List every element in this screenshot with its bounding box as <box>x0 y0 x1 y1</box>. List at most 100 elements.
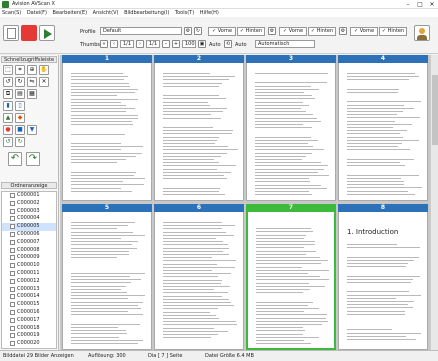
next-page-icon[interactable]: › <box>136 40 144 48</box>
tree-item-checkbox[interactable] <box>10 286 15 292</box>
color-icon[interactable]: ⚙ <box>339 27 347 35</box>
tree-item-checkbox[interactable] <box>10 278 15 284</box>
tree-item[interactable]: C000004 <box>2 215 56 223</box>
tree-item[interactable]: C000005 <box>2 223 56 231</box>
tree-item-checkbox[interactable] <box>10 302 15 308</box>
tree-item-checkbox[interactable] <box>10 239 15 245</box>
page-icon[interactable]: ▮ <box>3 101 13 111</box>
duplex-icon[interactable]: ⚙ <box>268 27 276 35</box>
tree-item-checkbox[interactable] <box>10 333 15 339</box>
paste-icon[interactable]: ▤ <box>15 89 25 99</box>
tree-item[interactable]: C000020 <box>2 340 56 348</box>
undo-icon[interactable]: ↶ <box>8 152 22 166</box>
menu-scan[interactable]: Scan(S) <box>0 9 23 17</box>
tree-item[interactable]: C000014 <box>2 293 56 301</box>
tree-item[interactable]: C000011 <box>2 270 56 278</box>
tree-item[interactable]: C000013 <box>2 286 56 294</box>
rotate-left-icon[interactable]: ↺ <box>3 77 13 87</box>
rotate-icon[interactable]: ⟲ <box>224 40 232 48</box>
page-thumbnail[interactable]: 6 <box>154 204 244 350</box>
thumbnail-area[interactable]: 1 2 3 4 5 6 7 8 1. Introduction <box>60 55 430 350</box>
back-toggle-1[interactable]: ✓ Hinten <box>237 27 265 36</box>
front-toggle-3[interactable]: ✓ Vorne <box>350 27 378 36</box>
user-settings-icon[interactable] <box>414 25 430 41</box>
merge-icon[interactable]: ▲ <box>3 113 13 123</box>
vertical-scrollbar[interactable] <box>430 55 438 350</box>
save-icon[interactable]: ▼ <box>27 125 37 135</box>
tree-item-checkbox[interactable] <box>10 208 15 214</box>
tree-item[interactable]: C000007 <box>2 239 56 247</box>
tree-item[interactable]: C000017 <box>2 317 56 325</box>
tree-item[interactable]: C000015 <box>2 301 56 309</box>
tree-item-checkbox[interactable] <box>10 255 15 261</box>
front-toggle-2[interactable]: ✓ Vorne <box>279 27 307 36</box>
menu-ansicht[interactable]: Ansicht(V) <box>91 9 121 17</box>
refresh-icon[interactable]: ↻ <box>194 27 202 35</box>
tree-item[interactable]: C000018 <box>2 325 56 333</box>
select-tool-icon[interactable]: ⬚ <box>3 65 13 75</box>
zoom-in-icon[interactable]: + <box>172 40 180 48</box>
first-page-icon[interactable]: « <box>100 40 108 48</box>
count-field[interactable]: 1/1 <box>146 40 160 48</box>
fit-icon[interactable]: ▣ <box>198 40 206 48</box>
tree-item-checkbox[interactable] <box>10 193 15 198</box>
menu-tools[interactable]: Tools(T) <box>173 9 196 17</box>
hand-tool-icon[interactable]: ✋ <box>39 65 49 75</box>
new-scan-button[interactable] <box>3 25 19 41</box>
page-thumbnail[interactable]: 2 <box>154 55 244 201</box>
tree-item[interactable]: C000019 <box>2 332 56 340</box>
menu-hilfe[interactable]: Hilfe(H) <box>198 9 221 17</box>
folder-tree[interactable]: C000001 C000002 C000003 C000004 C000005 C0000… <box>1 191 57 349</box>
page-thumbnail[interactable]: 8 1. Introduction <box>338 204 428 350</box>
document-icon[interactable]: ■ <box>15 125 25 135</box>
page-thumbnail[interactable]: 7 <box>246 204 336 350</box>
tree-item-checkbox[interactable] <box>10 341 15 347</box>
tree-item[interactable]: C000001 <box>2 192 56 200</box>
stop-button[interactable] <box>21 25 37 41</box>
tree-item-checkbox[interactable] <box>10 309 15 315</box>
split-icon[interactable]: ▯ <box>15 101 25 111</box>
tree-item-checkbox[interactable] <box>10 263 15 269</box>
tree-item-checkbox[interactable] <box>10 216 15 222</box>
tree-item-checkbox[interactable] <box>10 317 15 323</box>
close-icon[interactable]: ✕ <box>426 0 438 9</box>
page-thumbnail[interactable]: 3 <box>246 55 336 201</box>
page-thumbnail[interactable]: 5 <box>62 204 152 350</box>
insert-icon[interactable]: ▦ <box>27 89 37 99</box>
front-toggle-1[interactable]: ✓ Vorne <box>208 27 236 36</box>
page-field[interactable]: 1/1 <box>120 40 134 48</box>
page-thumbnail[interactable]: 4 <box>338 55 428 201</box>
zoom-out-icon[interactable]: – <box>162 40 170 48</box>
rotate-right-icon[interactable]: ↻ <box>15 77 25 87</box>
tree-item-checkbox[interactable] <box>10 294 15 300</box>
scrollbar-thumb[interactable] <box>432 75 438 145</box>
menu-bildbearbeitung[interactable]: Bildbearbeitung(I) <box>122 9 171 17</box>
tree-item[interactable]: C000009 <box>2 254 56 262</box>
prev-page-icon[interactable]: ‹ <box>110 40 118 48</box>
profile-select[interactable]: Default <box>100 27 182 35</box>
zoom-tool-icon[interactable]: ⊕ <box>27 65 37 75</box>
tree-item-checkbox[interactable] <box>10 325 15 331</box>
tree-item-checkbox[interactable] <box>10 247 15 253</box>
marker-icon[interactable]: ● <box>3 125 13 135</box>
tree-item[interactable]: C000003 <box>2 208 56 216</box>
redo-icon[interactable]: ↷ <box>26 152 40 166</box>
copy-icon[interactable]: ⧉ <box>3 89 13 99</box>
page-thumbnail[interactable]: 1 <box>62 55 152 201</box>
menu-bearbeiten[interactable]: Bearbeiten(E) <box>51 9 90 17</box>
delete-icon[interactable]: ✕ <box>39 77 49 87</box>
menu-datei[interactable]: Datei(F) <box>25 9 49 17</box>
tree-item[interactable]: C000012 <box>2 278 56 286</box>
back-toggle-3[interactable]: ✓ Hinten <box>379 27 407 36</box>
tree-item[interactable]: C000010 <box>2 262 56 270</box>
tree-item[interactable]: C000016 <box>2 309 56 317</box>
crop-tool-icon[interactable]: ⌗ <box>15 65 25 75</box>
minimize-icon[interactable]: – <box>402 0 414 9</box>
flip-icon[interactable]: ⇋ <box>27 77 37 87</box>
mode-select[interactable]: Automatisch <box>255 40 315 48</box>
back-toggle-2[interactable]: ✓ Hinten <box>308 27 336 36</box>
tree-item[interactable]: C000008 <box>2 247 56 255</box>
scan-start-button[interactable] <box>39 25 55 41</box>
tree-item-checkbox[interactable] <box>10 231 15 237</box>
tree-item-checkbox[interactable] <box>10 200 15 206</box>
